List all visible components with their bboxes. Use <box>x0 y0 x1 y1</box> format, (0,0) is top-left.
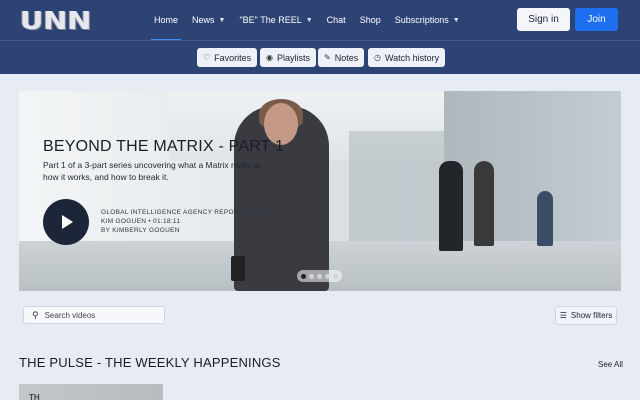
hero-description: Part 1 of a 3-part series uncovering wha… <box>43 160 263 182</box>
watch-history-button[interactable]: ◷ Watch history <box>368 48 446 67</box>
playlist-icon: ◉ <box>266 53 273 62</box>
nav-item-label: Chat <box>326 15 346 25</box>
carousel-dot[interactable] <box>317 273 322 279</box>
nav-item-label: Subscriptions <box>394 15 449 25</box>
edit-icon: ✎ <box>324 53 331 62</box>
hero-background-wall <box>349 131 444 241</box>
video-thumbnail-text: TH <box>29 393 40 400</box>
logo-text: UNN <box>20 5 92 35</box>
sign-in-button[interactable]: Sign in <box>517 8 570 31</box>
nav-links: Home News ▼ "BE" The REEL ▼ Chat Shop Subs… <box>147 0 467 41</box>
top-navigation: UNN Home News ▼ "BE" The REEL ▼ Chat Shop … <box>0 0 640 41</box>
nav-item-label: News <box>192 15 215 25</box>
nav-item-subscriptions[interactable]: Subscriptions ▼ <box>388 0 467 40</box>
search-icon: ⚲ <box>32 309 39 320</box>
playlists-label: Playlists <box>276 52 310 63</box>
video-thumbnail[interactable]: TH <box>19 384 163 400</box>
see-all-link[interactable]: See All <box>598 360 623 369</box>
chevron-down-icon: ▼ <box>218 16 226 24</box>
carousel-dot[interactable] <box>333 273 338 279</box>
notes-label: Notes <box>334 52 359 63</box>
hero-background-child <box>537 191 553 246</box>
hero-background-wall <box>444 91 621 251</box>
hero-background-person <box>439 161 463 251</box>
hero-briefcase <box>231 256 245 281</box>
site-logo[interactable]: UNN <box>20 5 100 35</box>
favorites-label: Favorites <box>214 52 252 63</box>
play-icon <box>62 215 73 229</box>
chevron-down-icon: ▼ <box>305 16 313 24</box>
hero-meta: GLOBAL INTELLIGENCE AGENCY REPORTS WITH … <box>101 208 271 235</box>
carousel-dot[interactable] <box>325 273 330 279</box>
hero-meta-series: GLOBAL INTELLIGENCE AGENCY REPORTS WITH … <box>101 209 268 225</box>
nav-item-be-the-reel[interactable]: "BE" The REEL ▼ <box>232 0 319 40</box>
chevron-down-icon: ▼ <box>452 16 460 24</box>
nav-item-shop[interactable]: Shop <box>353 0 388 40</box>
join-button[interactable]: Join <box>575 8 618 31</box>
nav-item-label: Shop <box>359 15 381 25</box>
library-bar: ♡ Favorites ◉ Playlists ✎ Notes ◷ Watch … <box>0 40 640 74</box>
favorites-button[interactable]: ♡ Favorites <box>197 48 258 67</box>
show-filters-label: Show filters <box>570 311 613 320</box>
nav-item-news[interactable]: News ▼ <box>185 0 232 40</box>
heart-icon: ♡ <box>203 53 211 62</box>
carousel-dot[interactable] <box>309 273 314 279</box>
nav-item-label: Home <box>154 15 179 25</box>
carousel-dot[interactable] <box>301 273 306 279</box>
search-input[interactable] <box>44 310 155 320</box>
notes-button[interactable]: ✎ Notes <box>318 48 365 67</box>
hero-meta-author: BY KIMBERLY GOGUEN <box>101 227 180 234</box>
playlists-button[interactable]: ◉ Playlists <box>260 48 316 67</box>
section-title: THE PULSE - THE WEEKLY HAPPENINGS <box>19 355 281 370</box>
clock-icon: ◷ <box>374 53 381 62</box>
watch-history-label: Watch history <box>384 52 440 63</box>
search-box: ⚲ <box>23 306 165 324</box>
nav-item-chat[interactable]: Chat <box>320 0 353 40</box>
carousel-indicators <box>297 270 342 282</box>
play-button[interactable] <box>43 199 89 245</box>
hero-banner[interactable] <box>19 91 621 291</box>
nav-item-home[interactable]: Home <box>147 0 185 41</box>
hero-title: BEYOND THE MATRIX - PART 1 <box>43 138 285 155</box>
hero-background-person <box>474 161 494 246</box>
nav-item-label: "BE" The REEL <box>239 15 302 25</box>
show-filters-button[interactable]: ☰ Show filters <box>555 306 617 325</box>
filter-icon: ☰ <box>559 311 567 320</box>
